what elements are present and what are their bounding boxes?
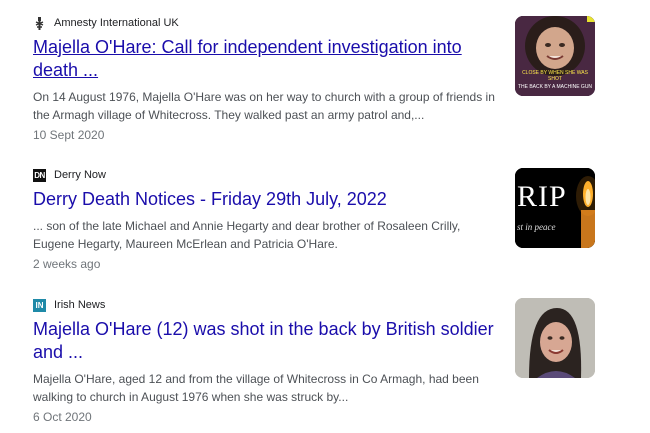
result-title-link[interactable]: Majella O'Hare (12) was shot in the back… xyxy=(33,318,498,364)
result-date: 6 Oct 2020 xyxy=(33,410,92,424)
source-name: Irish News xyxy=(54,299,106,311)
thumbnail-rip-subtext: st in peace xyxy=(517,222,556,232)
result-title-link[interactable]: Derry Death Notices - Friday 29th July, … xyxy=(33,188,498,211)
thumbnail-caption: CLOSE BY WHEN SHE WAS SHOT xyxy=(522,70,588,82)
result-date: 10 Sept 2020 xyxy=(33,128,105,142)
result-thumbnail[interactable]: CLOSE BY WHEN SHE WAS SHOT THE BACK BY A… xyxy=(515,16,595,96)
source-name: Amnesty International UK xyxy=(54,17,179,29)
thumbnail-caption: THE BACK BY A MACHINE GUN xyxy=(517,84,593,90)
search-result: IN Irish News Majella O'Hare (12) was sh… xyxy=(33,296,633,424)
result-date: 2 weeks ago xyxy=(33,257,101,271)
result-thumbnail[interactable] xyxy=(515,298,595,378)
derry-now-logo-icon: DN xyxy=(33,168,46,182)
result-title-link[interactable]: Majella O'Hare: Call for independent inv… xyxy=(33,36,498,82)
result-snippet: ... son of the late Michael and Annie He… xyxy=(33,219,461,251)
girl-portrait-image xyxy=(515,298,595,378)
irish-news-logo-icon: IN xyxy=(33,298,46,312)
result-snippet: On 14 August 1976, Majella O'Hare was on… xyxy=(33,90,495,122)
search-result: DN Derry Now Derry Death Notices - Frida… xyxy=(33,166,633,271)
source-name: Derry Now xyxy=(54,169,106,181)
thumbnail-rip-text: RIP xyxy=(517,180,567,213)
amnesty-candle-icon xyxy=(33,16,46,30)
result-snippet: Majella O'Hare, aged 12 and from the vil… xyxy=(33,372,479,404)
result-thumbnail[interactable]: RIP st in peace xyxy=(515,168,595,248)
search-result: Amnesty International UK Majella O'Hare:… xyxy=(33,14,633,142)
